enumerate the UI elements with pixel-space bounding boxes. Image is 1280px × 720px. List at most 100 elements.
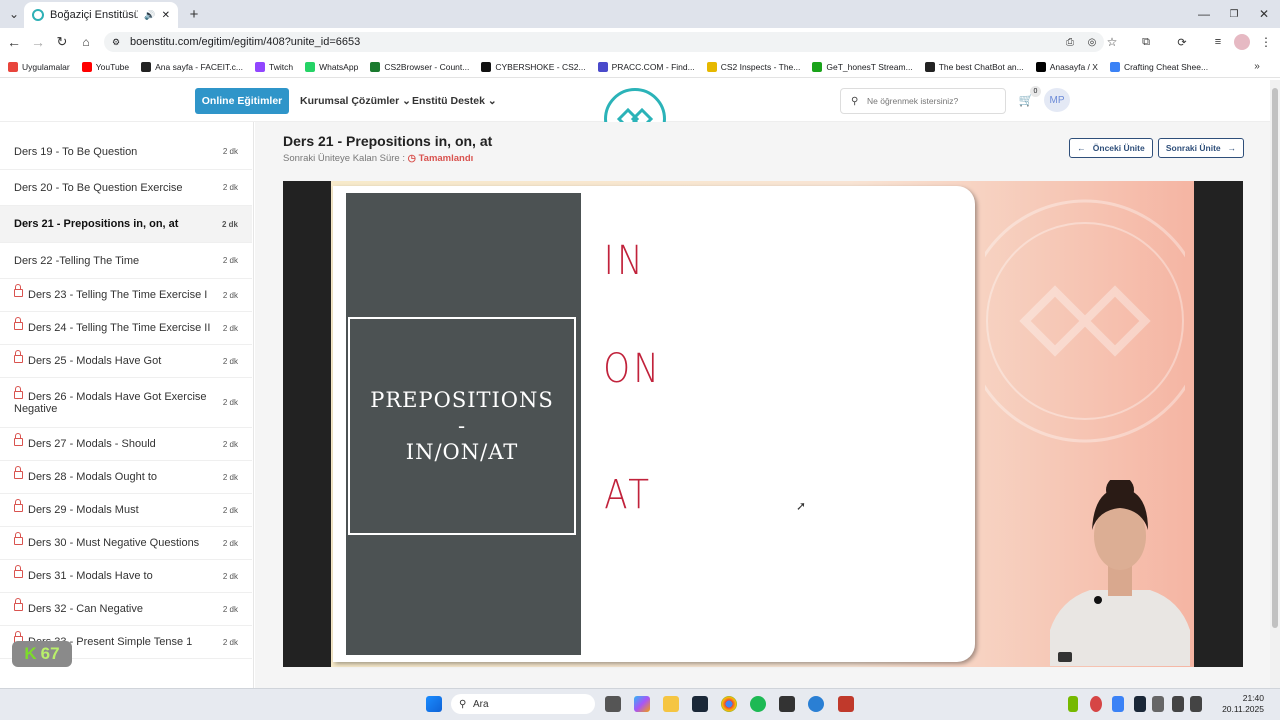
maximize-icon[interactable]: ❐ — [1226, 6, 1242, 22]
bookmark-item[interactable]: CS2Browser - Count... — [370, 61, 469, 72]
bookmark-item[interactable]: Crafting Cheat Shee... — [1109, 61, 1208, 72]
user-avatar[interactable]: MP — [1044, 88, 1070, 112]
shield-app-icon[interactable] — [838, 696, 854, 712]
profile-sync-icon[interactable]: ⟳ — [1174, 34, 1190, 50]
extensions-icon[interactable]: ⧉ — [1138, 34, 1154, 50]
lesson-label: Ders 24 - Telling The Time Exercise II — [28, 322, 211, 334]
cart-count-badge: 0 — [1030, 86, 1041, 97]
nav-corporate-solutions[interactable]: Kurumsal Çözümler ⌄ — [300, 95, 411, 107]
lock-icon — [14, 499, 23, 512]
handwritten-in: IN — [603, 238, 646, 284]
browser-tab[interactable]: Boğaziçi Enstitüsü | EGITIM 🔊 ✕ — [24, 2, 178, 28]
bookmark-item[interactable]: YouTube — [81, 61, 129, 72]
lesson-item[interactable]: Ders 19 - To Be Question 2 dk — [0, 134, 252, 170]
lesson-item[interactable]: Ders 24 - Telling The Time Exercise II 2 … — [0, 312, 252, 345]
tab-search-icon[interactable]: ⌄ — [6, 6, 22, 22]
volume-icon[interactable] — [1190, 696, 1202, 712]
lesson-sidebar: Ders 19 - To Be Question 2 dk Ders 20 - To… — [0, 122, 254, 688]
close-window-icon[interactable]: ✕ — [1256, 6, 1272, 22]
network-icon[interactable] — [1172, 696, 1184, 712]
spotify-icon[interactable] — [750, 696, 766, 712]
url-bar[interactable]: ⚙ boenstitu.com/egitim/egitim/408?unite_… — [104, 32, 1104, 52]
taskbar-search[interactable]: ⚲ Ara — [451, 694, 595, 714]
chevron-down-icon: ⌄ — [487, 95, 497, 107]
media-control-icon[interactable]: ≡ — [1210, 34, 1226, 50]
forward-icon[interactable]: → — [30, 34, 46, 50]
lesson-item[interactable]: Ders 21 - Prepositions in, on, at 2 dk — [0, 206, 252, 243]
lesson-item[interactable]: Ders 20 - To Be Question Exercise 2 dk — [0, 170, 252, 206]
back-icon[interactable]: ← — [6, 34, 22, 50]
new-tab-icon[interactable]: + — [186, 6, 202, 23]
nav-institute-support[interactable]: Enstitü Destek ⌄ — [412, 95, 497, 107]
lesson-item[interactable]: Ders 26 - Modals Have Got Exercise Negat… — [0, 378, 252, 428]
lock-icon — [14, 466, 23, 479]
lesson-label: Ders 21 - Prepositions in, on, at — [14, 218, 179, 230]
bookmark-favicon-icon — [255, 61, 265, 72]
bookmark-item[interactable]: WhatsApp — [305, 61, 358, 72]
lesson-duration: 2 dk — [222, 183, 238, 192]
lesson-item[interactable]: Ders 23 - Telling The Time Exercise I 2 d… — [0, 279, 252, 312]
bookmark-item[interactable]: Twitch — [255, 61, 293, 72]
bookmark-item[interactable]: Anasayfa / X — [1035, 61, 1098, 72]
microphone-icon[interactable] — [1152, 696, 1164, 712]
site-info-icon[interactable]: ⚙ — [112, 37, 120, 48]
install-app-icon[interactable]: ⎙ — [1062, 34, 1078, 50]
edge-icon[interactable] — [808, 696, 824, 712]
online-courses-button[interactable]: Online Eğitimler — [195, 88, 289, 114]
task-view-icon[interactable] — [605, 696, 621, 712]
bookmark-label: Ana sayfa - FACEIT.c... — [155, 61, 243, 72]
page-scrollbar[interactable] — [1270, 80, 1280, 688]
bookmark-item[interactable]: Ana sayfa - FACEIT.c... — [141, 61, 243, 72]
bookmark-star-icon[interactable]: ☆ — [1104, 34, 1120, 50]
tray-app-icon[interactable] — [1112, 696, 1124, 712]
bookmark-item[interactable]: The best ChatBot an... — [924, 61, 1024, 72]
search-input[interactable]: ⚲ Ne öğrenmek istersiniz? — [840, 88, 1006, 114]
tray-steam-icon[interactable] — [1134, 696, 1146, 712]
windows-start-icon[interactable] — [426, 696, 442, 712]
tray-app-icon[interactable] — [1090, 696, 1102, 712]
minimize-icon[interactable]: — — [1196, 6, 1212, 22]
lesson-item[interactable]: Ders 25 - Modals Have Got 2 dk — [0, 345, 252, 378]
bookmark-item[interactable]: Uygulamalar — [8, 61, 70, 72]
lesson-item[interactable]: Ders 22 -Telling The Time 2 dk — [0, 243, 252, 279]
arrow-right-icon: → — [1227, 143, 1237, 153]
browser-menu-icon[interactable]: ⋮ — [1258, 34, 1274, 50]
scrollbar-thumb[interactable] — [1272, 88, 1278, 628]
bookmark-item[interactable]: PRACC.COM - Find... — [597, 61, 695, 72]
handwritten-on: ON — [603, 346, 663, 392]
lesson-item[interactable]: Ders 31 - Modals Have to 2 dk — [0, 560, 252, 593]
more-bookmarks-icon[interactable]: » — [1250, 59, 1264, 73]
previous-unit-button[interactable]: ← Önceki Ünite — [1069, 138, 1153, 158]
lesson-label: Ders 20 - To Be Question Exercise — [14, 181, 183, 194]
bookmark-item[interactable]: GeT_honesT Stream... — [812, 61, 913, 72]
profile-avatar-icon[interactable] — [1234, 34, 1250, 50]
lesson-item[interactable]: Ders 28 - Modals Ought to 2 dk — [0, 461, 252, 494]
bookmarks-bar: Uygulamalar YouTube Ana sayfa - FACEIT.c..… — [0, 56, 1280, 78]
bookmark-item[interactable]: CYBERSHOKE - CS2... — [481, 61, 586, 72]
tray-nvidia-icon[interactable] — [1068, 696, 1078, 712]
chevron-down-icon: ⌄ — [402, 95, 411, 107]
clock-time: 21:40 — [1242, 693, 1264, 703]
next-unit-button[interactable]: Sonraki Ünite → — [1158, 138, 1244, 158]
bookmark-item[interactable]: CS2 Inspects - The... — [706, 61, 800, 72]
steam-icon[interactable] — [692, 696, 708, 712]
audio-icon[interactable]: 🔊 — [144, 10, 155, 21]
lesson-duration: 2 dk — [222, 604, 238, 614]
bookmark-label: GeT_honesT Stream... — [826, 61, 913, 72]
lesson-item[interactable]: Ders 27 - Modals - Should 2 dk — [0, 428, 252, 461]
lesson-item[interactable]: Ders 32 - Can Negative 2 dk — [0, 593, 252, 626]
reload-icon[interactable]: ↻ — [54, 34, 70, 50]
lesson-duration: 2 dk — [222, 290, 238, 300]
lesson-item[interactable]: Ders 30 - Must Negative Questions 2 dk — [0, 527, 252, 560]
copilot-icon[interactable] — [634, 696, 650, 712]
close-tab-icon[interactable]: ✕ — [162, 10, 170, 21]
file-explorer-icon[interactable] — [663, 696, 679, 712]
lesson-item[interactable]: Ders 29 - Modals Must 2 dk — [0, 494, 252, 527]
app-icon[interactable] — [779, 696, 795, 712]
tracking-eye-icon[interactable]: ◎ — [1084, 34, 1100, 50]
bookmark-label: Uygulamalar — [22, 61, 70, 72]
taskbar-clock[interactable]: 21:40 20.11.2025 — [1208, 693, 1264, 715]
bookmark-label: Anasayfa / X — [1049, 61, 1098, 72]
chrome-icon[interactable] — [721, 696, 737, 712]
home-icon[interactable]: ⌂ — [78, 34, 94, 50]
